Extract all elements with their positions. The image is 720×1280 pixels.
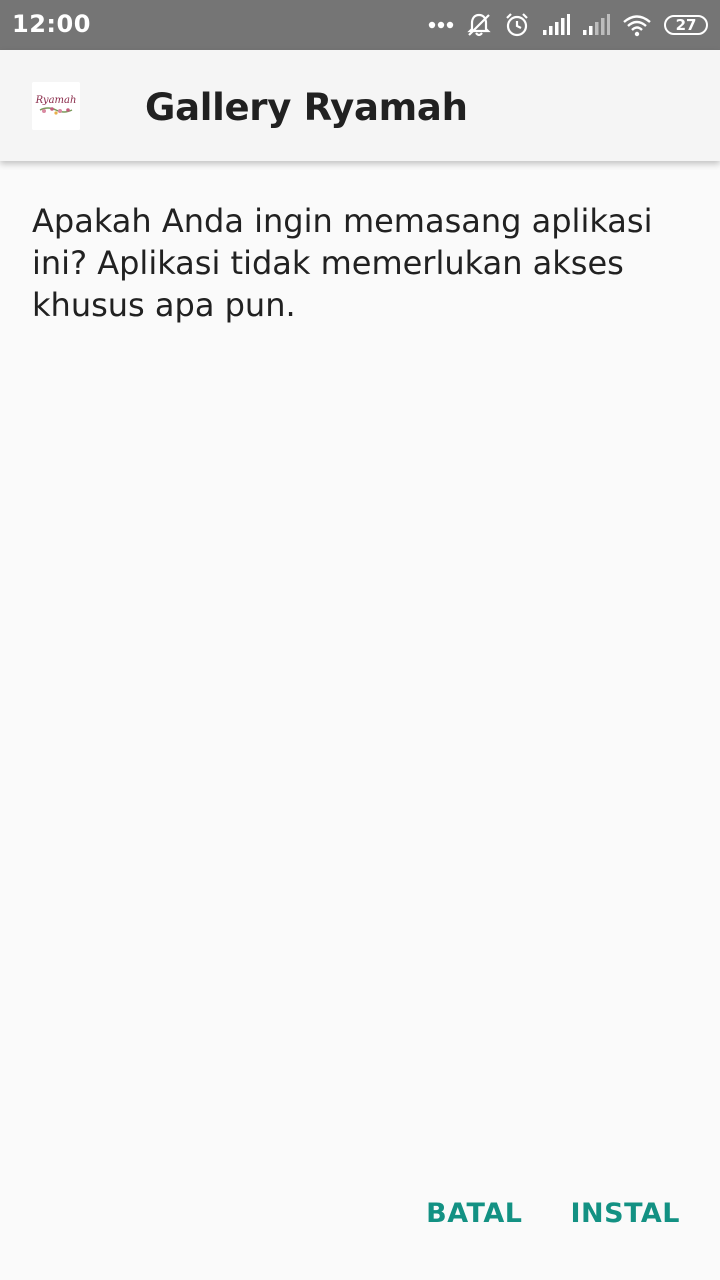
status-bar: 12:00 27 — [0, 0, 720, 50]
app-icon: Ryamah — [32, 82, 80, 130]
status-time: 12:00 — [12, 10, 91, 38]
more-dots-icon — [428, 21, 454, 29]
dialog-actions: BATAL INSTAL — [426, 1198, 680, 1229]
install-prompt-message: Apakah Anda ingin memasang aplikasi ini?… — [32, 202, 653, 324]
wifi-icon — [622, 13, 652, 37]
install-button[interactable]: INSTAL — [570, 1198, 680, 1229]
muted-bell-icon — [466, 12, 492, 38]
app-bar: Ryamah Gallery Ryamah — [0, 50, 720, 161]
signal-strength-weak-icon — [582, 14, 610, 36]
svg-text:Ryamah: Ryamah — [35, 95, 77, 106]
status-icons: 27 — [428, 10, 708, 40]
alarm-clock-icon — [504, 12, 530, 38]
battery-level: 27 — [675, 15, 697, 34]
cancel-button[interactable]: BATAL — [426, 1198, 522, 1229]
battery-icon: 27 — [664, 15, 708, 35]
signal-strength-icon — [542, 14, 570, 36]
app-title: Gallery Ryamah — [145, 86, 468, 129]
